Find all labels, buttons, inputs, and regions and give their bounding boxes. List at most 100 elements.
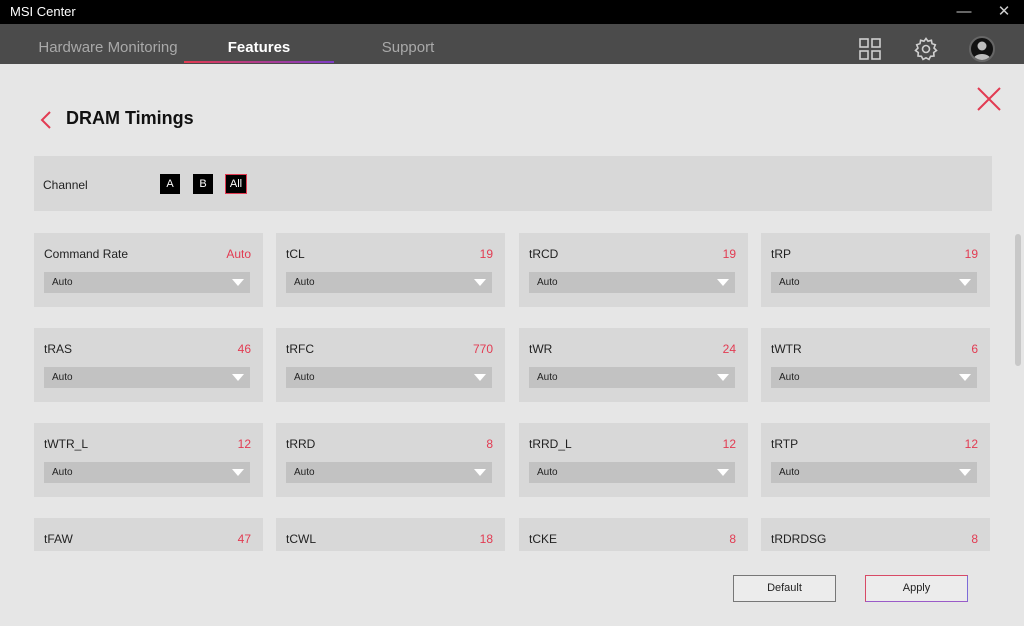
dropdown-selected-value: Auto: [537, 467, 558, 478]
timing-value: Auto: [226, 247, 251, 261]
timing-card: tRAS 46 Auto: [34, 328, 263, 402]
timing-card: tFAW47Auto: [34, 518, 263, 551]
timing-name: tRFC: [286, 342, 314, 356]
timing-card: tCL 19 Auto: [276, 233, 505, 307]
timing-value: 8: [729, 532, 736, 546]
scrollbar[interactable]: [1015, 234, 1021, 366]
timing-value: 47: [237, 532, 251, 546]
timing-value: 24: [722, 342, 736, 356]
timing-name: tRCD: [529, 247, 559, 261]
chevron-down-icon: [232, 469, 244, 476]
chevron-down-icon: [959, 469, 971, 476]
chevron-down-icon: [959, 279, 971, 286]
timing-card: Command Rate Auto Auto: [34, 233, 263, 307]
apply-button[interactable]: Apply: [865, 575, 968, 602]
avatar[interactable]: [969, 36, 995, 62]
timing-value: 6: [971, 342, 978, 356]
dropdown-selected-value: Auto: [294, 277, 315, 288]
timing-card: tWTR 6 Auto: [761, 328, 990, 402]
timing-value: 8: [486, 437, 493, 451]
timing-dropdown[interactable]: Auto: [286, 462, 492, 483]
timing-card: tWR 24 Auto: [519, 328, 748, 402]
timing-value: 12: [722, 437, 736, 451]
dropdown-selected-value: Auto: [537, 277, 558, 288]
active-tab-underline: [184, 61, 334, 63]
timing-card: tRRD 8 Auto: [276, 423, 505, 497]
tab-support[interactable]: Support: [334, 24, 482, 64]
chevron-down-icon: [232, 374, 244, 381]
timing-value: 12: [964, 437, 978, 451]
top-nav: Hardware Monitoring Features Support: [0, 24, 1024, 64]
timing-dropdown[interactable]: Auto: [529, 272, 735, 293]
timing-card: tRTP 12 Auto: [761, 423, 990, 497]
timing-card: tRCD 19 Auto: [519, 233, 748, 307]
timing-grid: Command Rate Auto Auto tCL 19 Auto tRCD 19 Auto t…: [0, 64, 1024, 551]
dropdown-selected-value: Auto: [779, 467, 800, 478]
timing-name: tWTR_L: [44, 437, 89, 451]
timing-value: 18: [479, 532, 493, 546]
timing-card: tRFC 770 Auto: [276, 328, 505, 402]
minimize-button[interactable]: —: [944, 0, 984, 24]
timing-name: tRAS: [44, 342, 73, 356]
timing-dropdown[interactable]: Auto: [529, 462, 735, 483]
timing-value: 19: [964, 247, 978, 261]
timing-dropdown[interactable]: Auto: [44, 367, 250, 388]
user-icon: [973, 41, 991, 60]
timing-card: tWTR_L 12 Auto: [34, 423, 263, 497]
dropdown-selected-value: Auto: [779, 277, 800, 288]
chevron-down-icon: [474, 279, 486, 286]
timing-dropdown[interactable]: Auto: [771, 367, 977, 388]
timing-card: tRDRDSG8Auto: [761, 518, 990, 551]
timing-dropdown[interactable]: Auto: [44, 462, 250, 483]
chevron-down-icon: [717, 374, 729, 381]
dropdown-selected-value: Auto: [52, 372, 73, 383]
chevron-down-icon: [717, 469, 729, 476]
timing-name: tRRD: [286, 437, 316, 451]
timing-name: tRP: [771, 247, 792, 261]
tab-features-label: Features: [227, 39, 291, 56]
timing-name: Command Rate: [44, 247, 129, 261]
main-panel: DRAM Timings Channel A B All Command Rat…: [0, 64, 1024, 626]
timing-name: tWR: [529, 342, 553, 356]
timing-dropdown[interactable]: Auto: [771, 272, 977, 293]
timing-name: tFAW: [44, 532, 73, 546]
chevron-down-icon: [232, 279, 244, 286]
timing-card: tCKE8Auto: [519, 518, 748, 551]
default-button[interactable]: Default: [733, 575, 836, 602]
app-title: MSI Center: [10, 4, 76, 19]
timing-name: tRRD_L: [529, 437, 572, 451]
dropdown-selected-value: Auto: [52, 467, 73, 478]
timing-name: tRTP: [771, 437, 799, 451]
grid-icon[interactable]: [857, 36, 883, 62]
timing-card: tRP 19 Auto: [761, 233, 990, 307]
dropdown-selected-value: Auto: [294, 372, 315, 383]
window-close-button[interactable]: ✕: [984, 0, 1024, 24]
timing-dropdown[interactable]: Auto: [286, 367, 492, 388]
timing-value: 46: [237, 342, 251, 356]
timing-name: tWTR: [771, 342, 802, 356]
timing-dropdown[interactable]: Auto: [44, 272, 250, 293]
timing-value: 12: [237, 437, 251, 451]
tab-hardware-monitoring[interactable]: Hardware Monitoring: [30, 24, 186, 64]
chevron-down-icon: [474, 374, 486, 381]
chevron-down-icon: [474, 469, 486, 476]
timing-dropdown[interactable]: Auto: [529, 367, 735, 388]
timing-name: tCWL: [286, 532, 316, 546]
timing-card: tCWL18Auto: [276, 518, 505, 551]
tab-features[interactable]: Features: [184, 24, 334, 64]
timing-card: tRRD_L 12 Auto: [519, 423, 748, 497]
timing-value: 19: [722, 247, 736, 261]
chevron-down-icon: [959, 374, 971, 381]
dropdown-selected-value: Auto: [779, 372, 800, 383]
dropdown-selected-value: Auto: [294, 467, 315, 478]
chevron-down-icon: [717, 279, 729, 286]
timing-dropdown[interactable]: Auto: [771, 462, 977, 483]
title-bar: MSI Center — ✕: [0, 0, 1024, 24]
timing-dropdown[interactable]: Auto: [286, 272, 492, 293]
timing-value: 19: [479, 247, 493, 261]
timing-value: 770: [472, 342, 493, 356]
dropdown-selected-value: Auto: [52, 277, 73, 288]
gear-icon[interactable]: [913, 36, 939, 62]
dropdown-selected-value: Auto: [537, 372, 558, 383]
timing-name: tCL: [286, 247, 305, 261]
